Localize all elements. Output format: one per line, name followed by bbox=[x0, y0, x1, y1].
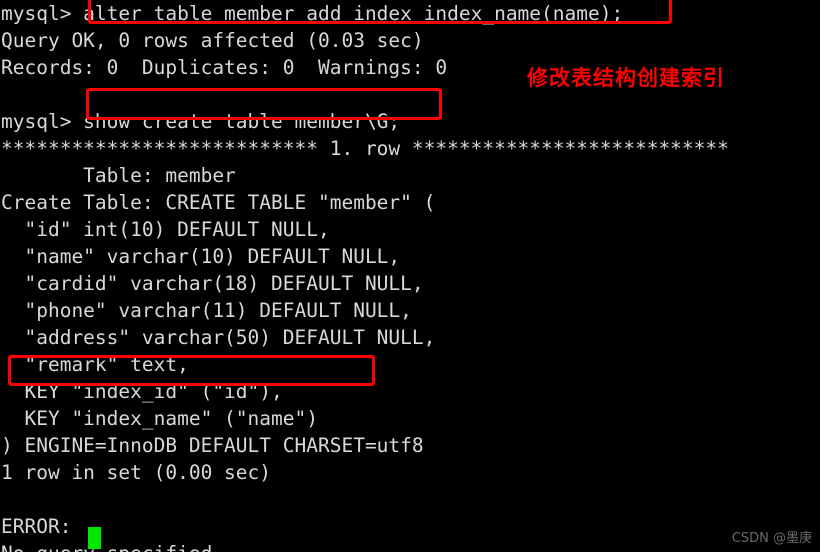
terminal-line: KEY "index_name" ("name") bbox=[1, 407, 318, 430]
terminal-line: Create Table: CREATE TABLE "member" ( bbox=[1, 191, 436, 214]
terminal-line: ERROR: bbox=[1, 515, 72, 538]
terminal-line: "id" int(10) DEFAULT NULL, bbox=[1, 218, 330, 241]
terminal-line: "name" varchar(10) DEFAULT NULL, bbox=[1, 245, 401, 268]
terminal-line: Table: member bbox=[1, 164, 236, 187]
terminal-line: ) ENGINE=InnoDB DEFAULT CHARSET=utf8 bbox=[1, 434, 424, 457]
terminal-line: mysql> alter table member add index inde… bbox=[1, 2, 624, 25]
watermark-label: CSDN @墨庚 bbox=[731, 531, 812, 546]
terminal-line: "cardid" varchar(18) DEFAULT NULL, bbox=[1, 272, 424, 295]
terminal-line: KEY "index_id" ("id"), bbox=[1, 380, 283, 403]
terminal-line: "address" varchar(50) DEFAULT NULL, bbox=[1, 326, 436, 349]
terminal-line: 1 row in set (0.00 sec) bbox=[1, 461, 272, 484]
terminal-line: *************************** 1. row *****… bbox=[1, 137, 729, 160]
terminal-line: mysql> show create table member\G; bbox=[1, 110, 401, 133]
terminal-line: No query specified bbox=[0, 540, 820, 552]
terminal-line: "phone" varchar(11) DEFAULT NULL, bbox=[1, 299, 412, 322]
annotation-note-chinese: 修改表结构创建索引 bbox=[527, 66, 725, 90]
terminal-line: Query OK, 0 rows affected (0.03 sec) bbox=[1, 29, 424, 52]
terminal-cursor bbox=[88, 527, 101, 549]
terminal-line: "remark" text, bbox=[1, 353, 189, 376]
terminal-window[interactable]: mysql> alter table member add index inde… bbox=[0, 0, 820, 552]
